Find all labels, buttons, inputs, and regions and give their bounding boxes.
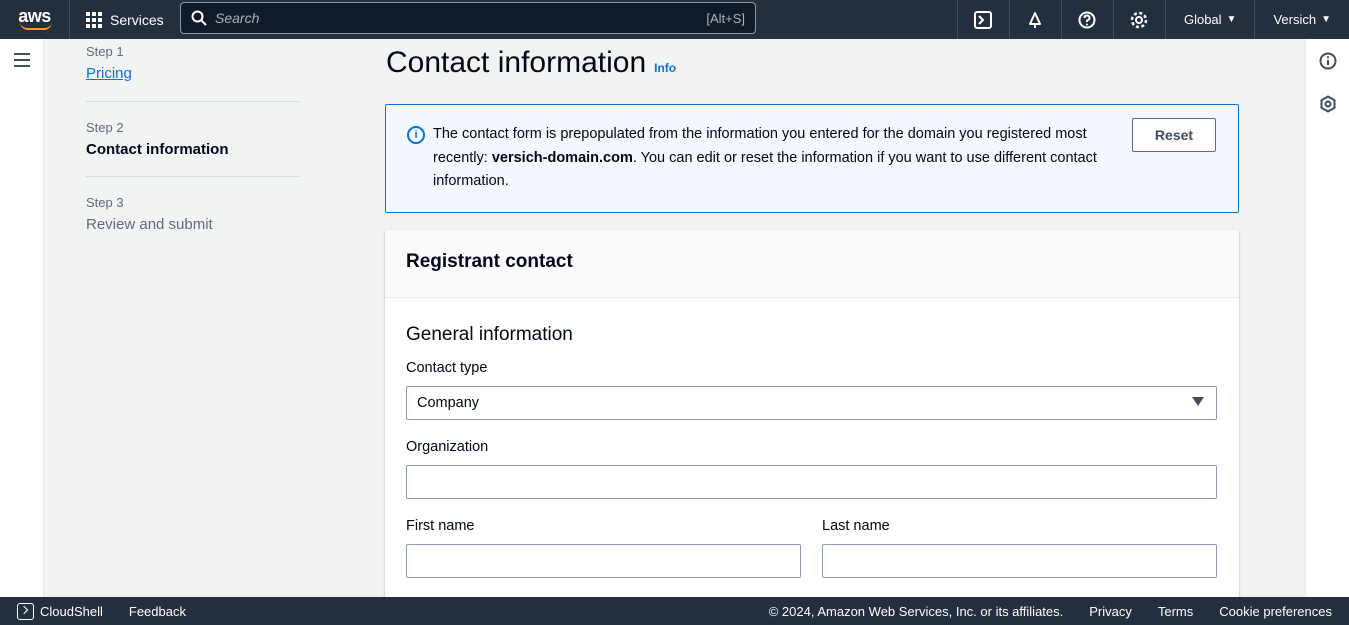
side-nav-strip bbox=[0, 39, 44, 597]
cookie-preferences-link[interactable]: Cookie preferences bbox=[1219, 604, 1332, 619]
page-title: Contact information bbox=[386, 46, 647, 79]
alert-domain-name: versich-domain.com bbox=[491, 149, 633, 166]
gear-icon bbox=[1131, 11, 1148, 28]
first-name-input[interactable] bbox=[406, 544, 801, 578]
reset-button[interactable]: Reset bbox=[1132, 118, 1216, 152]
help-button[interactable] bbox=[1060, 0, 1113, 39]
feedback-link[interactable]: Feedback bbox=[129, 604, 186, 619]
organization-input[interactable] bbox=[406, 465, 1217, 499]
step-number: Step 2 bbox=[86, 120, 124, 135]
search-input[interactable] bbox=[215, 10, 707, 26]
hexagon-icon bbox=[1320, 95, 1336, 113]
step-number: Step 1 bbox=[86, 44, 124, 59]
page-header: Contact information Info bbox=[386, 46, 676, 80]
aws-smile-icon bbox=[20, 22, 52, 30]
resources-panel-button[interactable] bbox=[1318, 94, 1338, 114]
alert-message: The contact form is prepopulated from th… bbox=[433, 123, 1113, 194]
step-number: Step 3 bbox=[86, 195, 124, 210]
caret-down-icon: ▼ bbox=[1226, 14, 1237, 25]
copyright-text: © 2024, Amazon Web Services, Inc. or its… bbox=[768, 603, 1064, 619]
contact-type-select[interactable]: Company bbox=[406, 386, 1217, 420]
first-name-label: First name bbox=[406, 518, 475, 534]
account-menu[interactable]: Versich ▼ bbox=[1254, 0, 1349, 39]
wizard-steps: Step 1 Pricing Step 2 Contact informatio… bbox=[86, 44, 299, 269]
step-label-review-and-submit: Review and submit bbox=[86, 216, 213, 233]
panel-title: Registrant contact bbox=[385, 230, 1239, 298]
cloudshell-button[interactable] bbox=[956, 0, 1009, 39]
services-label: Services bbox=[110, 11, 164, 28]
grid-icon bbox=[86, 11, 102, 28]
search-bar[interactable]: [Alt+S] bbox=[180, 2, 756, 34]
top-navigation-bar: aws Services [Alt+S] bbox=[0, 0, 1349, 39]
region-selector[interactable]: Global ▼ bbox=[1164, 0, 1254, 39]
wizard-step-1: Step 1 Pricing bbox=[86, 44, 299, 102]
search-shortcut-hint: [Alt+S] bbox=[706, 10, 745, 26]
caret-down-icon: ▼ bbox=[1321, 14, 1331, 25]
step-link-pricing[interactable]: Pricing bbox=[86, 65, 132, 82]
info-panel-button[interactable] bbox=[1318, 51, 1338, 71]
info-circle-icon: i bbox=[407, 126, 425, 144]
aws-logo[interactable]: aws bbox=[0, 0, 70, 39]
settings-button[interactable] bbox=[1112, 0, 1165, 39]
organization-label: Organization bbox=[406, 439, 489, 455]
menu-icon[interactable] bbox=[14, 53, 30, 71]
wizard-step-3: Step 3 Review and submit bbox=[86, 195, 299, 251]
help-icon bbox=[1078, 11, 1096, 28]
caret-down-icon bbox=[1192, 397, 1204, 406]
info-alert: i The contact form is prepopulated from … bbox=[385, 104, 1239, 213]
cloudshell-footer-button[interactable]: CloudShell bbox=[17, 602, 103, 620]
info-link[interactable]: Info bbox=[654, 61, 676, 75]
services-menu-button[interactable]: Services bbox=[70, 0, 180, 39]
privacy-link[interactable]: Privacy bbox=[1089, 604, 1132, 619]
region-label: Global bbox=[1183, 12, 1222, 27]
info-icon bbox=[1319, 52, 1337, 70]
console-footer: CloudShell Feedback © 2024, Amazon Web S… bbox=[0, 597, 1349, 625]
tools-strip bbox=[1305, 39, 1349, 597]
last-name-label: Last name bbox=[822, 518, 890, 534]
contact-type-label: Contact type bbox=[406, 360, 488, 376]
cloudshell-label: CloudShell bbox=[40, 603, 103, 619]
wizard-step-2: Step 2 Contact information bbox=[86, 120, 299, 177]
search-icon bbox=[191, 10, 207, 26]
notifications-button[interactable] bbox=[1008, 0, 1061, 39]
terms-link[interactable]: Terms bbox=[1158, 604, 1193, 619]
step-label-contact-information: Contact information bbox=[86, 141, 229, 158]
last-name-input[interactable] bbox=[822, 544, 1217, 578]
bell-icon bbox=[1029, 11, 1042, 28]
section-title: General information bbox=[406, 324, 573, 345]
registrant-contact-panel: Registrant contact General information C… bbox=[385, 230, 1239, 597]
account-label: Versich bbox=[1273, 12, 1317, 27]
contact-type-value: Company bbox=[417, 395, 480, 411]
cloudshell-icon bbox=[974, 10, 993, 29]
cloudshell-icon bbox=[17, 602, 34, 620]
